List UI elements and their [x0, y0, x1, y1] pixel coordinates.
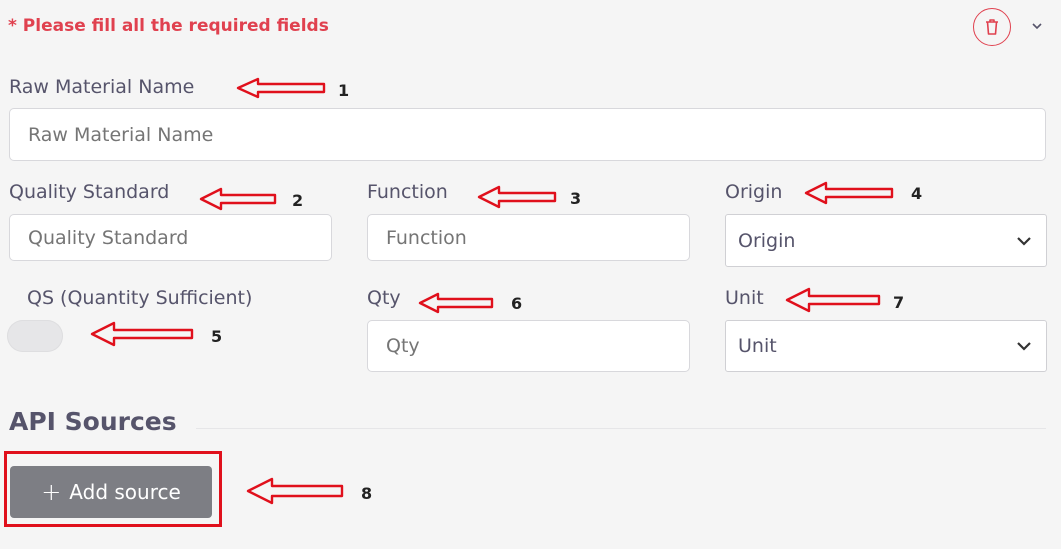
unit-label: Unit — [725, 287, 764, 309]
annotation-arrow-3 — [477, 185, 557, 209]
annotation-arrow-2 — [199, 187, 277, 211]
section-divider — [196, 428, 1046, 429]
annotation-number-3: 3 — [570, 189, 582, 208]
required-fields-note: * Please fill all the required fields — [8, 16, 329, 36]
function-input[interactable] — [367, 214, 690, 261]
quality-standard-label: Quality Standard — [9, 181, 170, 203]
chevron-down-icon — [1017, 236, 1031, 246]
api-sources-title: API Sources — [9, 407, 177, 436]
annotation-number-6: 6 — [511, 294, 523, 313]
annotation-number-1: 1 — [338, 81, 350, 100]
origin-selected-value: Origin — [738, 229, 796, 252]
unit-select[interactable]: Unit — [725, 320, 1047, 372]
qty-label: Qty — [367, 287, 401, 309]
trash-icon — [986, 19, 998, 35]
annotation-number-2: 2 — [292, 191, 304, 210]
annotation-number-5: 5 — [211, 327, 223, 346]
add-source-label: Add source — [69, 480, 181, 504]
annotation-arrow-1 — [236, 77, 326, 99]
chevron-down-icon — [1017, 342, 1031, 351]
origin-label: Origin — [725, 181, 783, 203]
qs-toggle[interactable] — [7, 320, 63, 352]
origin-select[interactable]: Origin — [725, 214, 1047, 267]
annotation-arrow-6 — [418, 292, 494, 314]
qty-input[interactable] — [367, 320, 690, 372]
function-label: Function — [367, 181, 448, 203]
annotation-number-7: 7 — [893, 293, 905, 312]
raw-material-name-input[interactable] — [9, 108, 1046, 161]
annotation-number-8: 8 — [361, 484, 373, 503]
chevron-down-icon[interactable] — [1029, 20, 1045, 32]
qs-label: QS (Quantity Sufficient) — [27, 287, 253, 309]
annotation-arrow-8 — [246, 477, 344, 505]
plus-icon: + — [41, 478, 62, 506]
add-source-button[interactable]: + Add source — [10, 466, 212, 518]
quality-standard-input[interactable] — [9, 214, 332, 261]
annotation-number-4: 4 — [911, 184, 923, 203]
annotation-arrow-4 — [804, 181, 894, 205]
delete-button[interactable] — [973, 8, 1011, 46]
raw-material-name-label: Raw Material Name — [9, 76, 195, 98]
unit-selected-value: Unit — [738, 335, 777, 357]
annotation-arrow-5 — [90, 321, 194, 347]
annotation-arrow-7 — [785, 287, 881, 313]
